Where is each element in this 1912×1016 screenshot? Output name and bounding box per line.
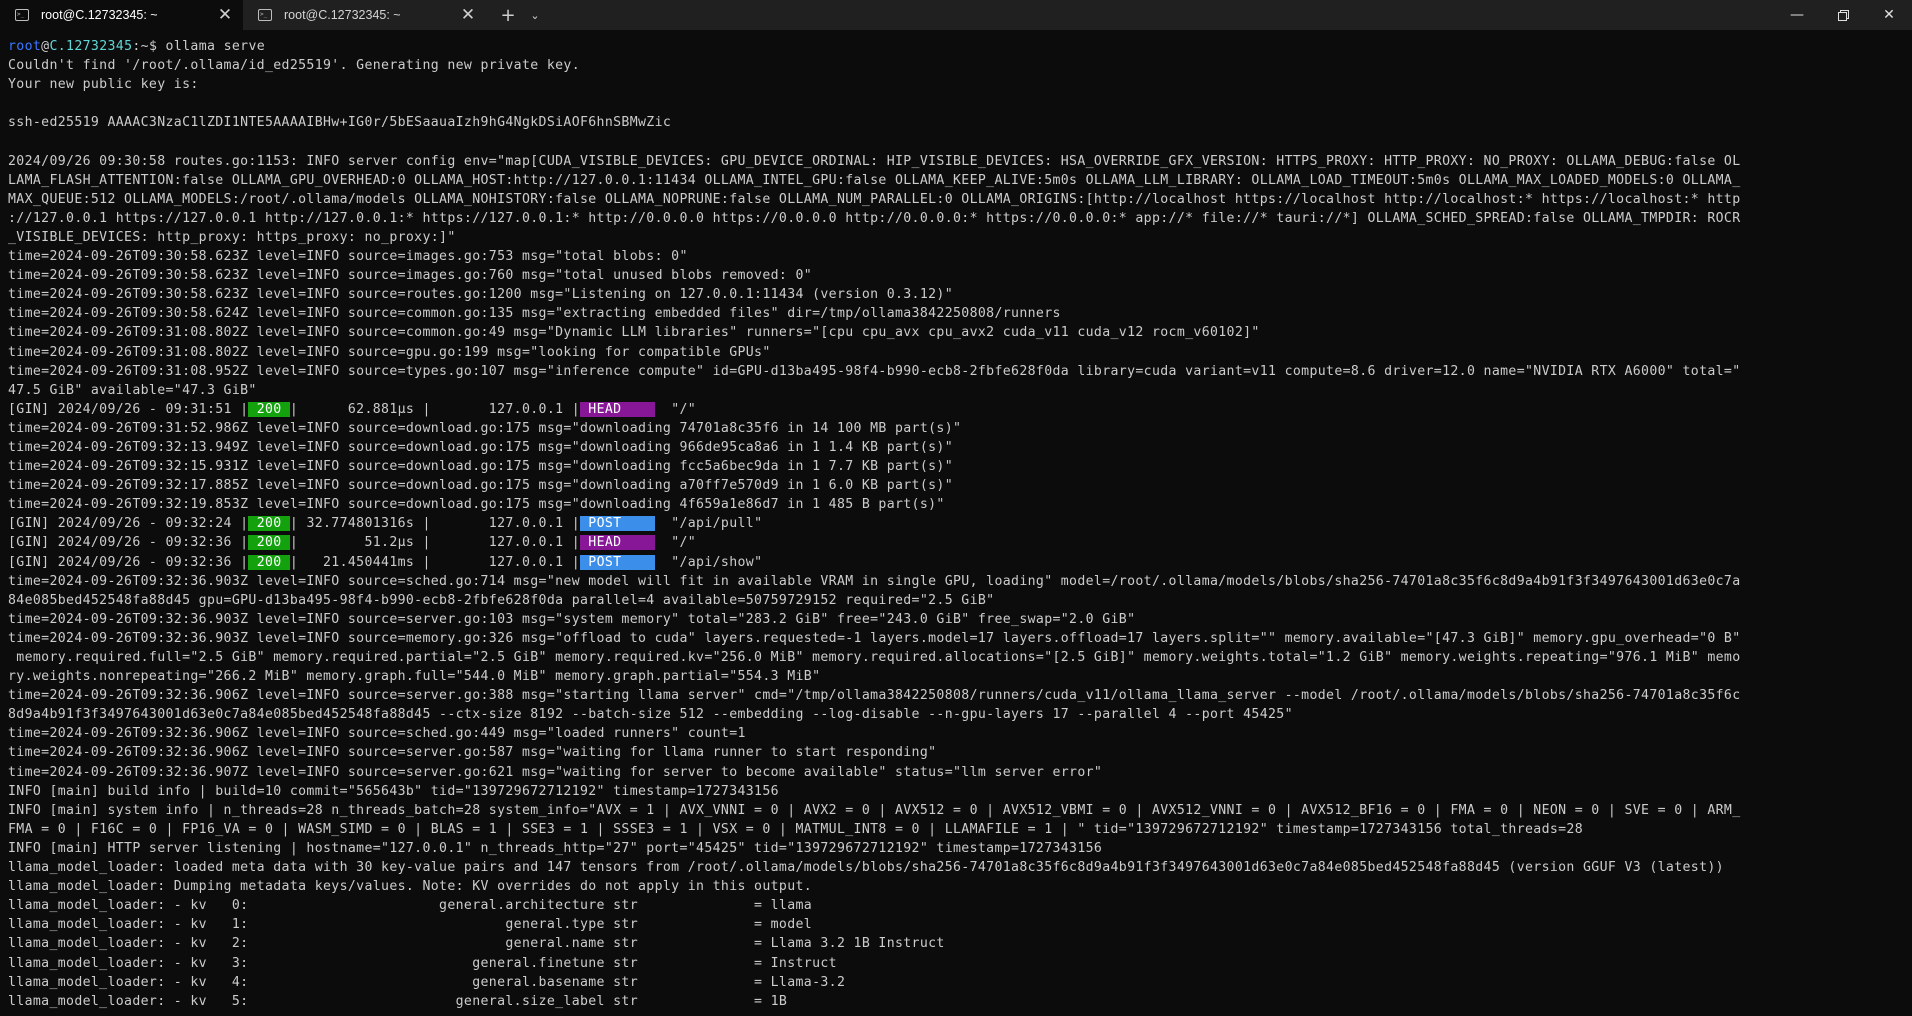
terminal-icon: >_ (258, 9, 272, 21)
status-badge: 200 (248, 401, 290, 417)
log-line: time=2024-09-26T09:31:08.952Z level=INFO… (8, 363, 1741, 379)
close-tab-icon[interactable]: ✕ (211, 1, 239, 29)
prompt-line: root@C.12732345:~$ ollama serve (8, 37, 1912, 56)
log-line: INFO [main] build info | build=10 commit… (8, 783, 779, 799)
status-badge: 200 (248, 516, 290, 532)
gin-path: "/" (654, 535, 697, 551)
close-window-icon[interactable]: ✕ (1866, 0, 1912, 30)
log-line: Couldn't find '/root/.ollama/id_ed25519'… (8, 58, 580, 74)
gin-prefix: [GIN] 2024/09/26 - 09:31:51 | (8, 401, 249, 417)
tab-title: root@C.12732345: ~ (284, 8, 401, 22)
log-line: memory.required.full="2.5 GiB" memory.re… (8, 650, 1741, 665)
log-line: 84e085bed452548fa88d45 gpu=GPU-d13ba495-… (8, 592, 995, 608)
log-line: 8d9a4b91f3f3497643001d63e0c7a84e085bed45… (8, 707, 1293, 723)
log-line: time=2024-09-26T09:32:36.903Z level=INFO… (8, 573, 1741, 589)
log-line: llama_model_loader: Dumping metadata key… (8, 879, 813, 895)
minimize-icon[interactable]: — (1774, 0, 1820, 30)
gin-log-line: [GIN] 2024/09/26 - 09:32:24 | 200 | 32.7… (8, 514, 1912, 533)
prompt-command: ollama serve (165, 39, 266, 54)
log-line: MAX_QUEUE:512 OLLAMA_MODELS:/root/.ollam… (8, 191, 1741, 207)
method-badge: POST (580, 516, 655, 532)
title-bar: >_ root@C.12732345: ~ ✕ >_ root@C.127323… (0, 0, 1912, 30)
gin-mid: | 32.774801316s | 127.0.0.1 | (289, 516, 580, 532)
gin-path: "/" (654, 401, 697, 417)
tab-title: root@C.12732345: ~ (41, 8, 158, 22)
window-controls: — ✕ (1774, 0, 1912, 30)
log-line: llama_model_loader: - kv 5: general.size… (8, 993, 788, 1009)
log-line: time=2024-09-26T09:32:36.906Z level=INFO… (8, 726, 746, 742)
log-line: time=2024-09-26T09:32:19.853Z level=INFO… (8, 497, 945, 513)
log-line: time=2024-09-26T09:31:08.802Z level=INFO… (8, 344, 771, 360)
status-badge: 200 (248, 535, 290, 551)
method-badge: HEAD (580, 401, 655, 417)
gin-mid: | 51.2µs | 127.0.0.1 | (289, 535, 580, 551)
gin-log-line: [GIN] 2024/09/26 - 09:31:51 | 200 | 62.8… (8, 400, 1912, 419)
status-badge: 200 (248, 554, 290, 570)
gin-path: "/api/pull" (654, 516, 763, 532)
method-badge: HEAD (580, 535, 655, 551)
prompt-user: root (8, 39, 42, 54)
log-line: llama_model_loader: loaded meta data wit… (8, 860, 1724, 876)
log-line: LAMA_FLASH_ATTENTION:false OLLAMA_GPU_OV… (8, 172, 1741, 188)
log-line: time=2024-09-26T09:30:58.624Z level=INFO… (8, 306, 1061, 322)
terminal-icon: >_ (15, 9, 29, 21)
gin-prefix: [GIN] 2024/09/26 - 09:32:36 | (8, 554, 249, 570)
gin-mid: | 62.881µs | 127.0.0.1 | (289, 401, 580, 417)
prompt-path: :~$ (132, 39, 166, 54)
log-line: time=2024-09-26T09:31:52.986Z level=INFO… (8, 420, 962, 436)
log-line: _VISIBLE_DEVICES: http_proxy: https_prox… (8, 229, 456, 245)
gin-prefix: [GIN] 2024/09/26 - 09:32:36 | (8, 535, 249, 551)
log-line: time=2024-09-26T09:32:36.903Z level=INFO… (8, 630, 1741, 646)
prompt-host: C.12732345 (49, 39, 133, 54)
method-badge: POST (580, 554, 655, 570)
log-line: llama_model_loader: - kv 4: general.base… (8, 974, 846, 990)
gin-path: "/api/show" (654, 554, 763, 570)
log-line: ssh-ed25519 AAAAC3NzaC1lZDI1NTE5AAAAIBHw… (8, 115, 672, 131)
tab-terminal-1[interactable]: >_ root@C.12732345: ~ ✕ (0, 0, 243, 30)
log-line: llama_model_loader: - kv 3: general.fine… (8, 955, 837, 971)
log-line: FMA = 0 | F16C = 0 | FP16_VA = 0 | WASM_… (8, 821, 1584, 837)
log-block-b: time=2024-09-26T09:31:52.986Z level=INFO… (8, 419, 1912, 514)
log-line: INFO [main] HTTP server listening | host… (8, 840, 1103, 856)
log-block-a: Couldn't find '/root/.ollama/id_ed25519'… (8, 56, 1912, 400)
log-line: time=2024-09-26T09:31:08.802Z level=INFO… (8, 325, 1260, 341)
log-line: time=2024-09-26T09:32:36.903Z level=INFO… (8, 611, 1136, 627)
log-line: ry.weights.nonrepeating="266.2 MiB" memo… (8, 669, 821, 685)
gin-mid: | 21.450441ms | 127.0.0.1 | (289, 554, 580, 570)
log-line: time=2024-09-26T09:30:58.623Z level=INFO… (8, 287, 954, 303)
log-line: llama_model_loader: - kv 2: general.name… (8, 936, 945, 952)
tab-dropdown-chevron-down-icon[interactable]: ⌄ (524, 0, 546, 30)
log-line: llama_model_loader: - kv 0: general.arch… (8, 898, 813, 914)
gin-log-line: [GIN] 2024/09/26 - 09:32:36 | 200 | 51.2… (8, 533, 1912, 552)
log-block-c: time=2024-09-26T09:32:36.903Z level=INFO… (8, 572, 1912, 1011)
restore-icon[interactable] (1820, 0, 1866, 30)
log-line: INFO [main] system info | n_threads=28 n… (8, 802, 1741, 818)
log-line: time=2024-09-26T09:32:13.949Z level=INFO… (8, 439, 954, 455)
restore-icon-shape (1837, 9, 1849, 21)
log-line: Your new public key is: (8, 77, 199, 93)
terminal-output[interactable]: root@C.12732345:~$ ollama serve Couldn't… (0, 30, 1912, 1016)
log-line: time=2024-09-26T09:32:15.931Z level=INFO… (8, 459, 954, 475)
log-line: ://127.0.0.1 https://127.0.0.1 http://12… (8, 210, 1741, 226)
log-line: 47.5 GiB" available="47.3 GiB" (8, 382, 257, 398)
log-line: 2024/09/26 09:30:58 routes.go:1153: INFO… (8, 153, 1741, 169)
new-tab-plus-icon[interactable]: + (492, 0, 524, 30)
log-line: llama_model_loader: - kv 1: general.type… (8, 917, 813, 933)
log-line: time=2024-09-26T09:32:36.906Z level=INFO… (8, 745, 937, 761)
gin-log-line: [GIN] 2024/09/26 - 09:32:36 | 200 | 21.4… (8, 553, 1912, 572)
close-tab-icon[interactable]: ✕ (454, 1, 482, 29)
gin-prefix: [GIN] 2024/09/26 - 09:32:24 | (8, 516, 249, 532)
log-line: time=2024-09-26T09:32:36.907Z level=INFO… (8, 764, 1103, 780)
log-line: time=2024-09-26T09:30:58.623Z level=INFO… (8, 249, 688, 265)
tab-terminal-2[interactable]: >_ root@C.12732345: ~ ✕ (243, 0, 486, 30)
log-line: time=2024-09-26T09:32:17.885Z level=INFO… (8, 478, 954, 494)
log-line: time=2024-09-26T09:32:36.906Z level=INFO… (8, 688, 1741, 704)
log-line: time=2024-09-26T09:30:58.623Z level=INFO… (8, 268, 813, 284)
